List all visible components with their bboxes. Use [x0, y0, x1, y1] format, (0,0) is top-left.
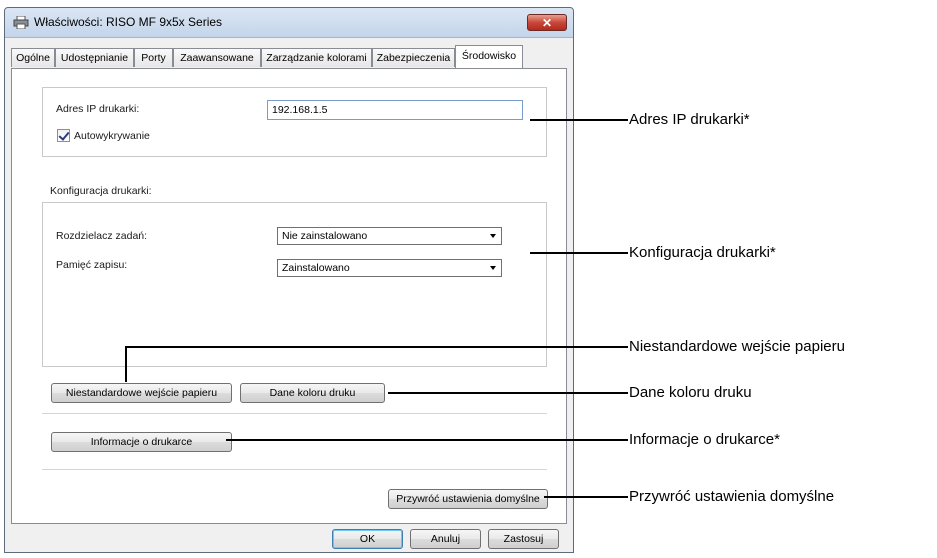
color-data-button[interactable]: Dane koloru druku — [240, 383, 385, 403]
apply-button[interactable]: Zastosuj — [488, 529, 559, 549]
divider — [42, 469, 547, 470]
ok-button[interactable]: OK — [332, 529, 403, 549]
callout-line-paper — [125, 346, 628, 348]
callout-ip-address: Adres IP drukarki* — [629, 111, 750, 128]
tab-sharing[interactable]: Udostępnianie — [55, 48, 134, 67]
close-icon: ✕ — [541, 16, 553, 30]
callout-line-color-data — [388, 392, 628, 394]
ip-address-input[interactable]: 192.168.1.5 — [267, 100, 523, 120]
tab-panel-environment: Adres IP drukarki: 192.168.1.5 Autowykry… — [11, 68, 567, 524]
tab-general[interactable]: Ogólne — [11, 48, 55, 67]
callout-line-paper-vertical — [125, 346, 127, 382]
callout-line-printer-info — [226, 439, 628, 441]
callout-color-data: Dane koloru druku — [629, 384, 752, 401]
storage-label: Pamięć zapisu: — [56, 259, 128, 271]
printer-info-button[interactable]: Informacje o drukarce — [51, 432, 232, 452]
title-bar[interactable]: Właściwości: RISO MF 9x5x Series ✕ — [5, 8, 573, 38]
job-separator-value: Nie zainstalowano — [282, 230, 368, 242]
callout-restore-defaults: Przywróć ustawienia domyślne — [629, 488, 835, 505]
restore-defaults-button[interactable]: Przywróć ustawienia domyślne — [388, 489, 548, 509]
close-button[interactable]: ✕ — [527, 14, 567, 31]
ip-address-label: Adres IP drukarki: — [56, 103, 140, 115]
printer-properties-dialog: Właściwości: RISO MF 9x5x Series ✕ Ogóln… — [4, 7, 574, 553]
storage-select[interactable]: Zainstalowano — [277, 259, 502, 277]
chevron-down-icon — [490, 234, 496, 238]
ip-address-group: Adres IP drukarki: 192.168.1.5 Autowykry… — [42, 87, 547, 157]
window-title: Właściwości: RISO MF 9x5x Series — [34, 15, 223, 29]
storage-value: Zainstalowano — [282, 262, 350, 274]
tab-advanced[interactable]: Zaawansowane — [173, 48, 261, 67]
auto-detect-label: Autowykrywanie — [74, 130, 150, 142]
printer-icon — [13, 16, 29, 29]
job-separator-select[interactable]: Nie zainstalowano — [277, 227, 502, 245]
tab-environment[interactable]: Środowisko — [455, 45, 523, 68]
callout-printer-info: Informacje o drukarce* — [629, 431, 780, 448]
callout-line-config — [530, 252, 628, 254]
tab-security[interactable]: Zabezpieczenia — [372, 48, 455, 67]
callout-line-restore — [544, 496, 628, 498]
auto-detect-checkbox[interactable] — [57, 129, 70, 142]
divider — [42, 413, 547, 414]
cancel-button[interactable]: Anuluj — [410, 529, 481, 549]
custom-paper-button[interactable]: Niestandardowe wejście papieru — [51, 383, 232, 403]
callout-line-ip — [530, 119, 628, 121]
printer-config-group: Rozdzielacz zadań: Nie zainstalowano Pam… — [42, 202, 547, 367]
printer-config-heading: Konfiguracja drukarki: — [50, 185, 152, 197]
job-separator-label: Rozdzielacz zadań: — [56, 230, 148, 242]
callout-custom-paper: Niestandardowe wejście papieru — [629, 338, 845, 355]
callout-printer-config: Konfiguracja drukarki* — [629, 244, 776, 261]
tab-color-management[interactable]: Zarządzanie kolorami — [261, 48, 372, 67]
chevron-down-icon — [490, 266, 496, 270]
tab-ports[interactable]: Porty — [134, 48, 173, 67]
